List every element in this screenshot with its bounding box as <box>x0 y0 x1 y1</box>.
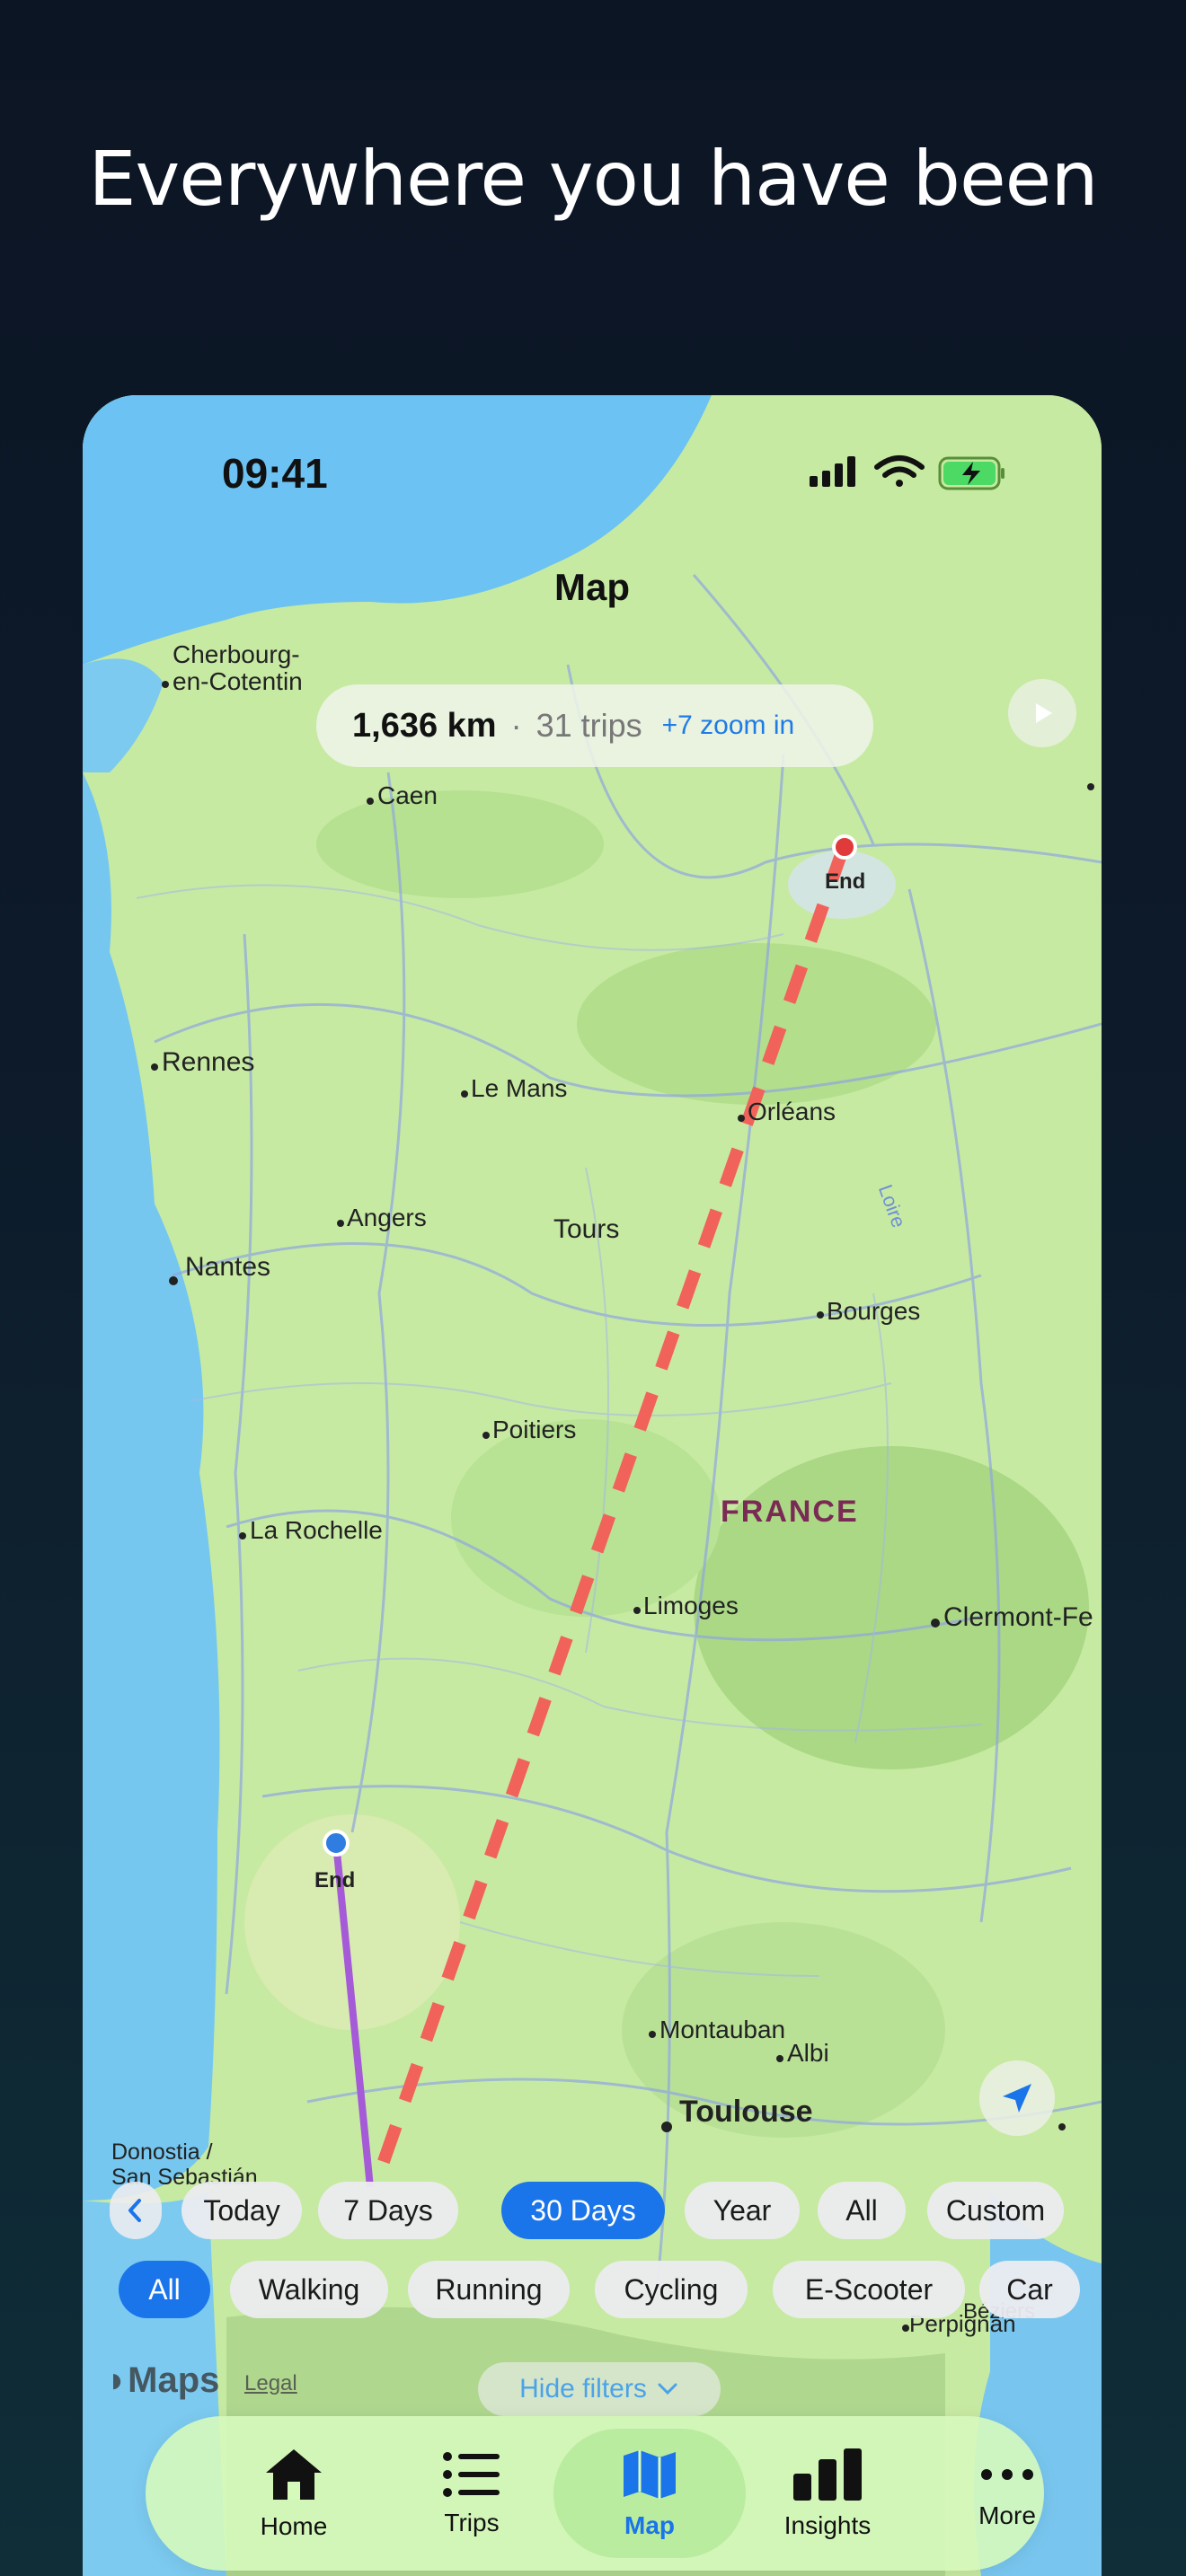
status-icons <box>810 455 1005 490</box>
filter-all-time[interactable]: All <box>818 2182 906 2239</box>
legal-link[interactable]: Legal <box>244 2371 297 2396</box>
tab-trips[interactable]: Trips <box>386 2429 557 2558</box>
tab-map-label: Map <box>624 2511 675 2539</box>
tab-bar: Home Trips Map Insights More <box>146 2416 1044 2571</box>
mode-car[interactable]: Car <box>979 2261 1080 2318</box>
label-angers: Angers <box>347 1204 427 1231</box>
label-caen: Caen <box>377 781 438 809</box>
cellular-signal-icon <box>810 456 855 487</box>
back-chip[interactable] <box>110 2182 162 2239</box>
mode-filter-row: All Walking Running Cycling E-Scooter Ca… <box>83 2260 1102 2319</box>
label-bourges: Bourges <box>827 1297 921 1325</box>
page-title: Map <box>554 566 630 608</box>
tab-map[interactable]: Map <box>553 2429 746 2558</box>
wifi-icon <box>874 455 925 487</box>
label-poitiers: Poitiers <box>492 1416 577 1443</box>
location-arrow-icon <box>1003 2084 1031 2113</box>
tab-home[interactable]: Home <box>208 2429 379 2558</box>
label-le-mans: Le Mans <box>471 1074 568 1102</box>
apple-logo-icon: ◗ <box>106 2360 128 2400</box>
locate-button[interactable] <box>979 2060 1055 2136</box>
mode-cycling[interactable]: Cycling <box>595 2261 748 2318</box>
maps-logo: ◗Maps <box>106 2360 219 2401</box>
label-albi: Albi <box>787 2039 829 2067</box>
end-marker-north <box>832 834 857 860</box>
hide-filters-button[interactable]: Hide filters <box>478 2362 721 2416</box>
tab-home-label: Home <box>260 2512 328 2540</box>
label-rennes: Rennes <box>162 1047 255 1077</box>
play-button[interactable] <box>1008 679 1076 747</box>
mode-e-scooter[interactable]: E-Scooter <box>773 2261 965 2318</box>
map-icon <box>624 2450 676 2499</box>
maps-brand: Maps <box>128 2360 220 2400</box>
filter-custom[interactable]: Custom <box>927 2182 1064 2239</box>
hide-filters-label: Hide filters <box>519 2374 647 2404</box>
list-icon <box>443 2452 500 2497</box>
tab-more[interactable]: More <box>922 2429 1093 2558</box>
chevron-down-icon <box>658 2383 677 2395</box>
mode-walking[interactable]: Walking <box>230 2261 388 2318</box>
filter-7-days[interactable]: 7 Days <box>318 2182 458 2239</box>
ellipsis-icon <box>981 2469 1033 2480</box>
house-icon <box>266 2449 322 2500</box>
filter-year[interactable]: Year <box>685 2182 800 2239</box>
battery-charging-icon <box>938 456 1005 490</box>
phone-screen: Cherbourg- en-Cotentin Caen Rennes Le Ma… <box>83 395 1102 2576</box>
tab-trips-label: Trips <box>444 2509 500 2536</box>
label-clermont: Clermont-Fe <box>943 1602 1093 1632</box>
status-time: 09:41 <box>222 450 328 497</box>
trips-count: 31 trips <box>535 707 642 744</box>
bar-chart-icon <box>793 2448 862 2501</box>
tab-insights-label: Insights <box>783 2511 872 2539</box>
distance-value: 1,636 km <box>352 706 497 745</box>
label-end-north: End <box>825 869 866 894</box>
label-nantes: Nantes <box>185 1252 271 1282</box>
end-marker-south <box>323 1830 350 1857</box>
label-toulouse: Toulouse <box>679 2095 813 2129</box>
label-montauban: Montauban <box>659 2016 786 2043</box>
label-end-south: End <box>314 1868 356 1892</box>
play-icon <box>1036 703 1052 723</box>
filter-today[interactable]: Today <box>181 2182 302 2239</box>
stats-pill[interactable]: 1,636 km · 31 trips +7 zoom in <box>316 684 873 767</box>
label-cherbourg: Cherbourg- en-Cotentin <box>173 640 303 695</box>
headline: Everywhere you have been <box>88 135 1098 223</box>
mode-running[interactable]: Running <box>408 2261 570 2318</box>
time-filter-row: Today 7 Days 30 Days Year All Custom <box>83 2181 1102 2240</box>
separator: · <box>510 707 522 744</box>
zoom-hint-link[interactable]: +7 zoom in <box>662 710 795 741</box>
mode-all[interactable]: All <box>119 2261 210 2318</box>
label-tours: Tours <box>553 1214 620 1244</box>
label-france: FRANCE <box>721 1495 859 1529</box>
tab-insights[interactable]: Insights <box>742 2429 913 2558</box>
tab-more-label: More <box>978 2501 1036 2529</box>
filter-30-days[interactable]: 30 Days <box>501 2182 665 2239</box>
label-la-rochelle: La Rochelle <box>250 1516 383 1544</box>
chevron-left-icon <box>128 2199 141 2222</box>
label-orleans: Orléans <box>748 1098 836 1125</box>
label-limoges: Limoges <box>643 1592 739 1619</box>
